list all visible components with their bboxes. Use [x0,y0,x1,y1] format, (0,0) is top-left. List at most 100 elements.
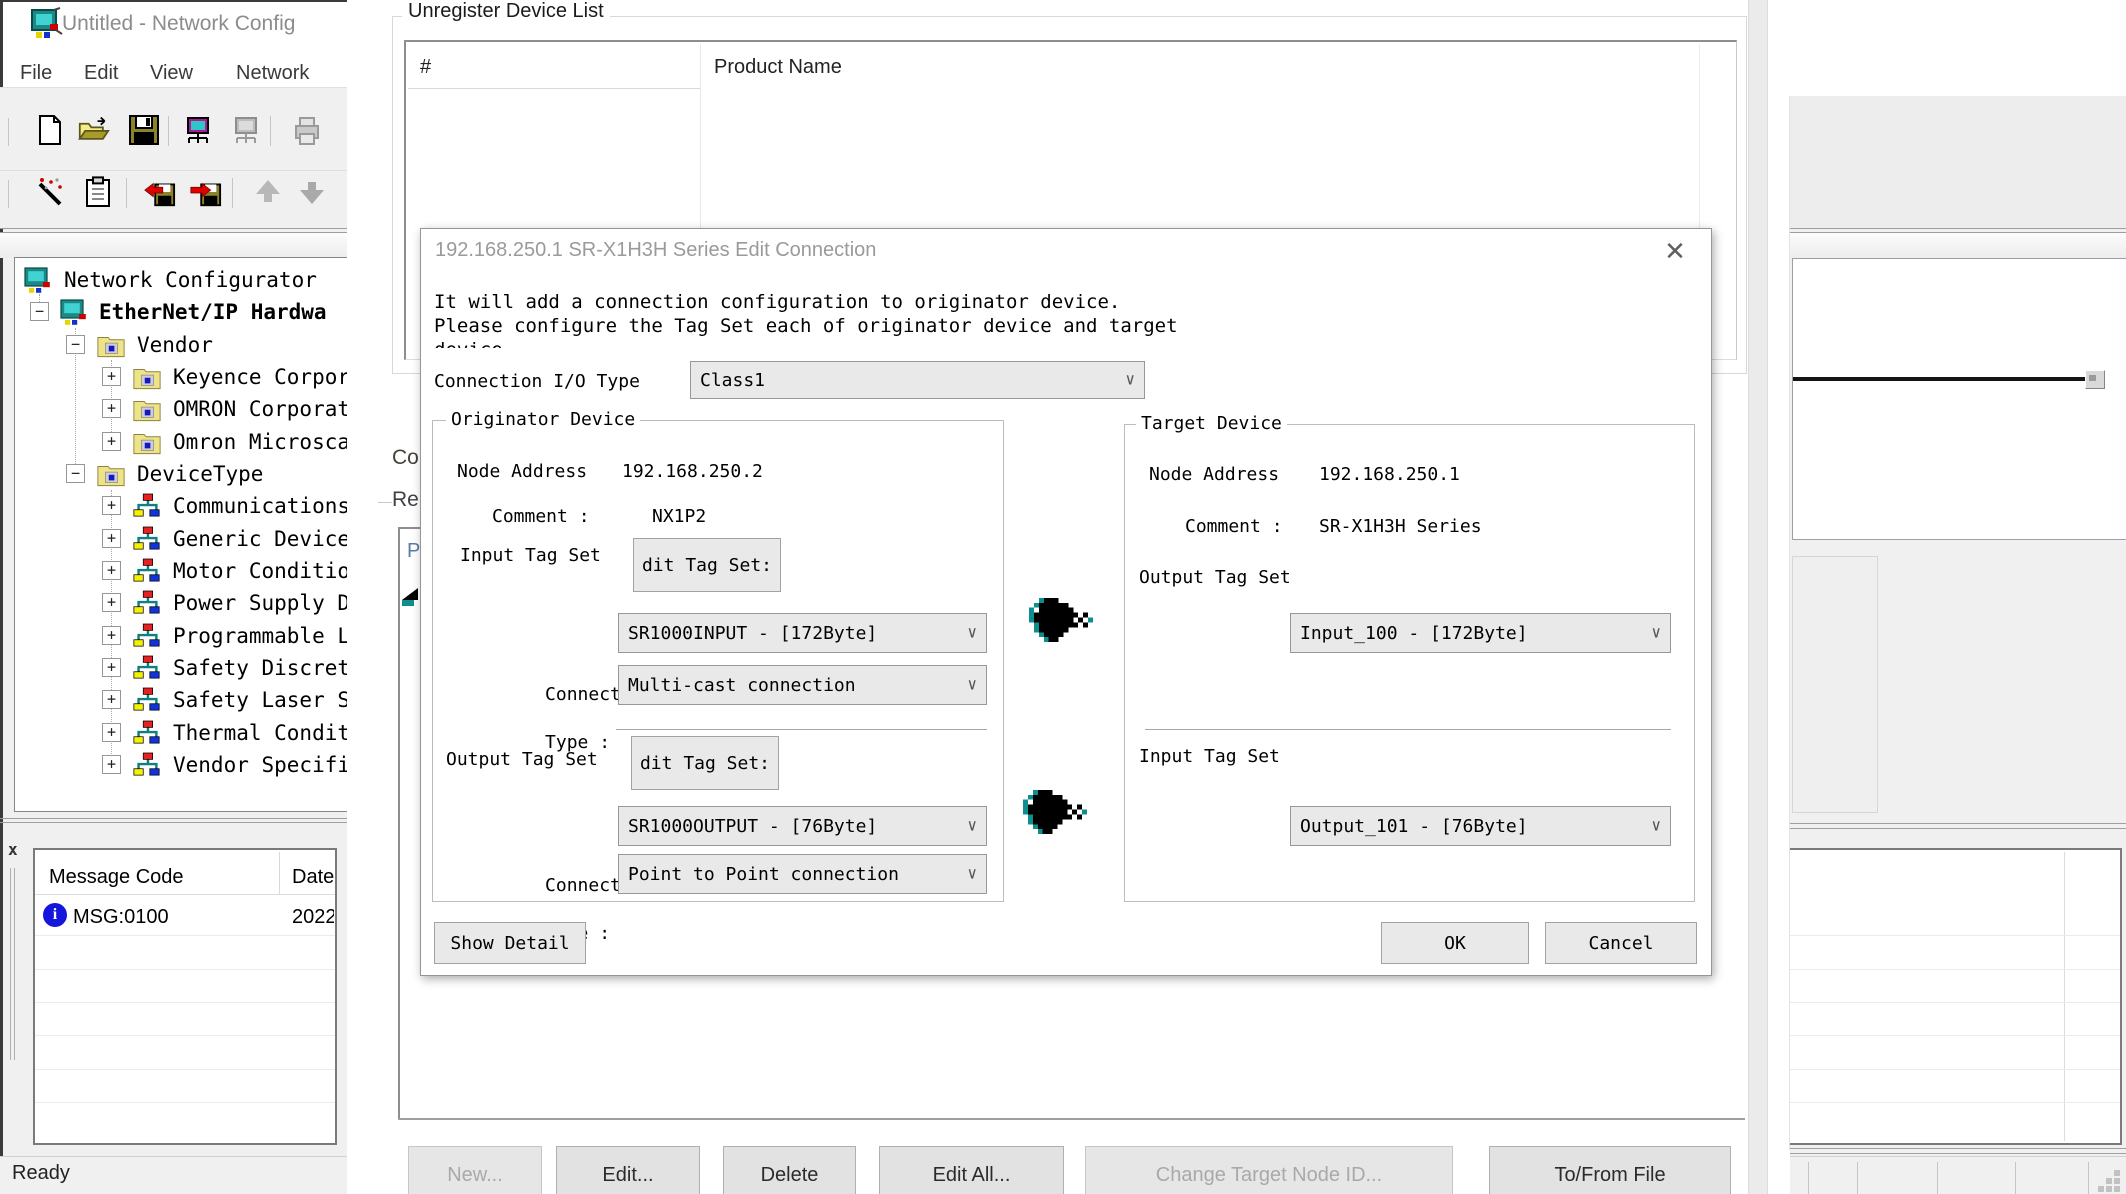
tree-item-generic-device[interactable]: + Generic Device [15,524,348,554]
expand-icon[interactable]: + [102,432,121,451]
dialog-close-icon[interactable]: ✕ [1653,231,1697,271]
expand-icon[interactable]: + [102,399,121,418]
tree-item-label[interactable]: Communications [173,493,349,519]
tree-item-label[interactable]: Power Supply D [173,590,349,616]
tree-item-power-supply[interactable]: + Power Supply D [15,588,348,618]
menu-view[interactable]: View [150,62,193,85]
date-header[interactable]: Date [292,866,334,889]
network-line-end-handle[interactable] [2085,370,2105,389]
tree-item-communications[interactable]: + Communications [15,491,348,521]
collapse-icon[interactable]: − [66,464,85,483]
tree-item-label[interactable]: Generic Device [173,526,349,552]
target-output-tag-select[interactable]: Input_100 - [172Byte] ∨ [1290,613,1671,653]
toolbar-grip[interactable] [8,118,9,146]
originator-output-connection-type-select[interactable]: Point to Point connection ∨ [618,854,987,894]
expand-icon[interactable]: + [102,496,121,515]
expand-icon[interactable]: + [102,755,121,774]
tree-item-label[interactable]: Safety Discret [173,655,349,681]
originator-input-connection-type-select[interactable]: Multi-cast connection ∨ [618,665,987,705]
column-separator[interactable] [279,852,280,894]
hardware-tree-panel[interactable]: Network Configurator − EtherNet/IP Hardw… [14,257,349,812]
tree-item-label[interactable]: Thermal Condit [173,720,349,746]
network-offline-icon[interactable] [230,114,262,146]
expand-icon[interactable]: + [102,593,121,612]
to-from-file-button[interactable]: To/From File [1489,1146,1731,1194]
expand-icon[interactable]: + [102,658,121,677]
originator-input-tag-select[interactable]: SR1000INPUT - [172Byte] ∨ [618,613,987,653]
tree-item-label[interactable]: Vendor [137,332,213,358]
tree-item-network-configurator[interactable]: Network Configurator [15,265,348,295]
tree-item-label[interactable]: EtherNet/IP Hardwa [99,299,347,325]
menu-network[interactable]: Network [236,62,309,85]
edit-output-tag-set-button[interactable]: dit Tag Set: [631,736,779,790]
network-trunk-line[interactable] [1793,377,2085,381]
expand-icon[interactable]: + [102,529,121,548]
tree-item-safety-discrete[interactable]: + Safety Discret [15,653,348,683]
tree-item-label[interactable]: Vendor Specifi [173,752,349,778]
tree-item-label[interactable]: OMRON Corporat [173,396,349,422]
new-button[interactable]: New... [408,1146,542,1194]
tree-item-thermal-condition[interactable]: + Thermal Condit [15,718,348,748]
cancel-button[interactable]: Cancel [1545,922,1697,964]
edit-button[interactable]: Edit... [556,1146,700,1194]
tree-item-label[interactable]: Programmable L [173,623,349,649]
message-date-cell[interactable]: 2022/ [292,906,334,929]
dialog-scrollbar-track[interactable] [1748,0,1768,1194]
hash-column-header[interactable]: # [420,56,431,79]
message-code-header[interactable]: Message Code [49,866,184,889]
resize-grip[interactable] [2096,1168,2122,1194]
tree-item-devicetype[interactable]: − DeviceType [15,459,348,489]
ok-button[interactable]: OK [1381,922,1529,964]
device-list-clipboard-icon[interactable] [82,176,114,208]
change-target-node-id-button[interactable]: Change Target Node ID... [1085,1146,1453,1194]
network-canvas[interactable] [1792,258,2126,540]
collapse-icon[interactable]: − [66,335,85,354]
tree-item-vendor[interactable]: − Vendor [15,330,348,360]
edit-input-tag-set-button[interactable]: dit Tag Set: [633,538,781,592]
tree-item-label[interactable]: Network Configurator [64,267,317,293]
expand-icon[interactable]: + [102,690,121,709]
tree-item-ethernet-ip-hardware[interactable]: − EtherNet/IP Hardwa [15,297,348,327]
tree-item-programmable-logic[interactable]: + Programmable L [15,621,348,651]
message-list[interactable]: Message Code Date i MSG:0100 2022/ [33,848,337,1145]
message-list-right[interactable] [1786,848,2122,1145]
save-floppy-icon[interactable] [128,114,160,146]
originator-output-tag-select[interactable]: SR1000OUTPUT - [76Byte] ∨ [618,806,987,846]
expand-icon[interactable]: + [102,626,121,645]
open-folder-icon[interactable] [78,114,110,146]
expand-icon[interactable]: + [102,561,121,580]
backup-to-floppy-icon[interactable] [188,176,220,208]
delete-button[interactable]: Delete [723,1146,856,1194]
wizard-wand-icon[interactable] [34,176,66,208]
tree-item-vendor-specific[interactable]: + Vendor Specifi [15,750,348,780]
expand-icon[interactable]: + [102,367,121,386]
tree-item-omron-microscan[interactable]: + Omron Microsca [15,427,348,457]
menu-file[interactable]: File [20,62,52,85]
edit-all-button[interactable]: Edit All... [879,1146,1064,1194]
message-pane-grip[interactable] [14,868,15,1060]
target-input-tag-select[interactable]: Output_101 - [76Byte] ∨ [1290,806,1671,846]
tree-item-safety-laser[interactable]: + Safety Laser S [15,685,348,715]
tree-item-label[interactable]: Motor Conditio [173,558,349,584]
tree-item-label[interactable]: Omron Microsca [173,429,349,455]
tree-item-omron[interactable]: + OMRON Corporat [15,394,348,424]
connection-io-type-select[interactable]: Class1 ∨ [690,361,1145,399]
new-document-icon[interactable] [34,114,66,146]
tree-item-label[interactable]: DeviceType [137,461,263,487]
connections-tab-fragment[interactable]: Co [392,446,420,470]
message-code-cell[interactable]: MSG:0100 [73,906,169,929]
message-pane-close[interactable]: x [8,840,18,859]
tree-item-label[interactable]: Keyence Corpor [173,364,349,390]
tree-item-motor-condition[interactable]: + Motor Conditio [15,556,348,586]
tree-item-keyence[interactable]: + Keyence Corpor [15,362,348,392]
collapse-icon[interactable]: − [30,302,49,321]
toolbar-grip[interactable] [8,180,9,208]
restore-from-floppy-icon[interactable] [142,176,174,208]
tree-item-label[interactable]: Safety Laser S [173,687,349,713]
product-name-column-header[interactable]: Product Name [714,56,842,79]
upload-to-network-icon[interactable] [182,114,214,146]
menu-edit[interactable]: Edit [84,62,118,85]
show-detail-button[interactable]: Show Detail [434,922,586,964]
message-pane-grip[interactable] [10,868,11,1060]
expand-icon[interactable]: + [102,723,121,742]
